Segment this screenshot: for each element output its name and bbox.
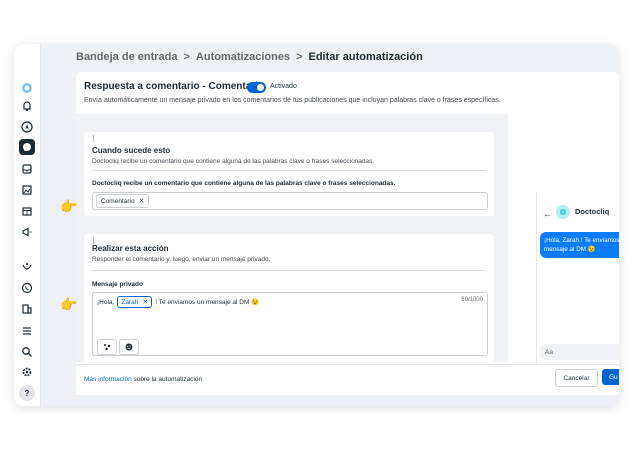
home-icon[interactable]: [19, 80, 35, 96]
preview-message-input[interactable]: Aa: [539, 344, 619, 360]
emoji-button[interactable]: [119, 339, 139, 355]
help-icon[interactable]: ?: [19, 385, 35, 401]
more-info-text: sobre la automatización: [133, 376, 203, 383]
emoji-icon: [125, 343, 133, 351]
card-handle: [93, 135, 94, 142]
app-window: ? Bandeja de entrada > Automatizaciones > Ed…: [14, 44, 619, 406]
back-arrow-icon[interactable]: ←: [543, 209, 552, 219]
keyword-chip: Comentario ✕: [96, 194, 150, 208]
notifications-icon[interactable]: [19, 98, 35, 114]
variable-chip-label: Zarah: [121, 298, 139, 306]
message-field-label: Mensaje privado: [92, 281, 143, 288]
building-icon[interactable]: [19, 301, 35, 317]
cancel-button[interactable]: Cancelar: [555, 369, 598, 387]
menu-icon[interactable]: [19, 323, 35, 339]
card-handle: [93, 237, 94, 244]
message-suffix: ! Te enviamos un mensaje al DM 😉: [155, 299, 260, 306]
sparkle-icon: [104, 344, 111, 351]
breadcrumb-separator: >: [183, 51, 190, 63]
action-card: Realizar esta acción Responder el coment…: [84, 234, 494, 362]
editor-area: Cuando sucede esto Doctocliq recibe un c…: [76, 114, 508, 362]
char-count: 60/1000: [461, 297, 483, 303]
more-info: Más información sobre la automatización: [84, 376, 202, 383]
routing-icon[interactable]: [19, 259, 35, 275]
divider: [92, 270, 486, 271]
chat-icon[interactable]: [19, 139, 35, 155]
chip-remove-icon[interactable]: ✕: [142, 298, 148, 306]
message-textarea[interactable]: ¡Hola, Zarah ✕ ! Te enviamos un mensaje …: [92, 292, 488, 356]
message-content: ¡Hola, Zarah ✕ ! Te enviamos un mensaje …: [97, 296, 259, 308]
preview-contact-name: Doctocliq: [575, 207, 610, 216]
pointing-hand-icon: 👉: [60, 198, 78, 214]
avatar: [556, 205, 570, 219]
inbox-icon[interactable]: [19, 161, 35, 177]
megaphone-icon[interactable]: [19, 224, 35, 240]
more-info-link[interactable]: Más información: [84, 376, 132, 383]
keyword-chip-label: Comentario: [101, 197, 135, 205]
action-heading: Realizar esta acción: [92, 244, 169, 253]
whatsapp-icon[interactable]: [19, 280, 35, 296]
preview-message-bubble: ¡Hola, Zarah ! Te enviamos un mensaje al…: [540, 232, 619, 258]
active-toggle[interactable]: [247, 82, 266, 93]
name-variable-chip[interactable]: Zarah ✕: [117, 296, 153, 308]
panel-description: Envía automáticamente un mensaje privado…: [84, 97, 501, 104]
trigger-subtext: Doctocliq recibe un comentario que conti…: [92, 158, 375, 165]
panel-footer: Más información sobre la automatización …: [76, 364, 619, 395]
image-icon[interactable]: [19, 182, 35, 198]
compass-icon[interactable]: [19, 119, 35, 135]
sparkle-button[interactable]: [97, 339, 117, 355]
message-preview: ← Doctocliq ¡Hola, Zarah ! Te enviamos u…: [536, 192, 619, 364]
action-subtext: Responder el comentario y, luego, enviar…: [92, 256, 271, 263]
breadcrumb-current: Editar automatización: [308, 51, 423, 63]
breadcrumb-separator: >: [296, 51, 303, 63]
message-prefix: ¡Hola,: [97, 298, 115, 306]
trigger-heading: Cuando sucede esto: [92, 146, 171, 155]
search-icon[interactable]: [19, 344, 35, 360]
breadcrumb: Bandeja de entrada > Automatizaciones > Edit…: [76, 51, 423, 67]
save-button[interactable]: Gu: [602, 369, 619, 385]
trigger-card: Cuando sucede esto Doctocliq recibe un c…: [84, 132, 494, 216]
keyword-input[interactable]: Comentario ✕: [92, 192, 488, 210]
pointing-hand-icon: 👉: [60, 296, 78, 312]
breadcrumb-inbox[interactable]: Bandeja de entrada: [76, 51, 177, 63]
toggle-status: Activado: [270, 83, 297, 90]
panel-title: Respuesta a comentario - Comentario: [84, 81, 265, 92]
divider: [92, 170, 486, 171]
settings-icon[interactable]: [19, 364, 35, 380]
calendar-icon[interactable]: [19, 203, 35, 219]
breadcrumb-automations[interactable]: Automatizaciones: [196, 51, 290, 63]
keyword-field-label: Doctocliq recibe un comentario que conti…: [92, 180, 396, 187]
chip-remove-icon[interactable]: ✕: [139, 197, 145, 205]
left-nav-rail: ?: [14, 44, 41, 406]
